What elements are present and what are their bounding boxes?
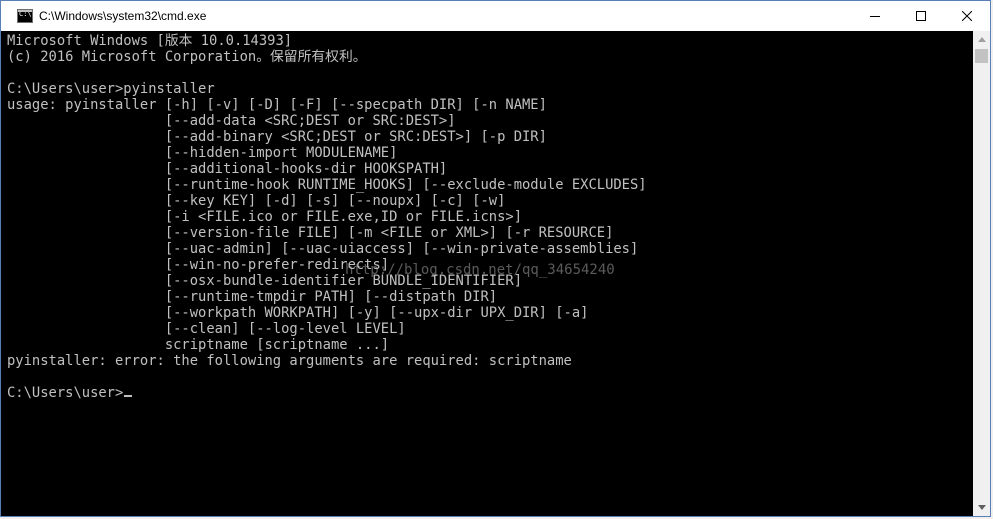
maximize-icon bbox=[916, 11, 926, 21]
title-bar[interactable]: C:\Windows\system32\cmd.exe bbox=[1, 1, 990, 31]
vertical-scrollbar[interactable] bbox=[973, 31, 990, 516]
console-output[interactable]: http://blog.csdn.net/qq_34654240 Microso… bbox=[1, 31, 973, 516]
maximize-button[interactable] bbox=[898, 1, 944, 31]
minimize-button[interactable] bbox=[852, 1, 898, 31]
console-line: Microsoft Windows [版本 10.0.14393] bbox=[7, 33, 293, 49]
scroll-thumb[interactable] bbox=[975, 49, 988, 63]
console-line: [--workpath WORKPATH] [-y] [--upx-dir UP… bbox=[7, 305, 589, 321]
cmd-window: C:\Windows\system32\cmd.exe http://blog.… bbox=[0, 0, 991, 517]
console-line: [--key KEY] [-d] [-s] [--noupx] [-c] [-w… bbox=[7, 193, 506, 209]
scroll-up-arrow-icon bbox=[977, 37, 986, 42]
console-line: [--version-file FILE] [-m <FILE or XML>]… bbox=[7, 225, 614, 241]
console-line: (c) 2016 Microsoft Corporation。保留所有权利。 bbox=[7, 49, 367, 65]
console-line: [--runtime-hook RUNTIME_HOOKS] [--exclud… bbox=[7, 177, 647, 193]
console-line: [--clean] [--log-level LEVEL] bbox=[7, 321, 406, 337]
close-button[interactable] bbox=[944, 1, 990, 31]
console-line: [--runtime-tmpdir PATH] [--distpath DIR] bbox=[7, 289, 498, 305]
text-cursor bbox=[124, 395, 133, 397]
scroll-down-arrow-icon bbox=[977, 505, 986, 510]
console-line: C:\Users\user>pyinstaller bbox=[7, 81, 215, 97]
console-line: [--hidden-import MODULENAME] bbox=[7, 145, 398, 161]
console-line: [--add-binary <SRC;DEST or SRC:DEST>] [-… bbox=[7, 129, 547, 145]
console-line: [--uac-admin] [--uac-uiaccess] [--win-pr… bbox=[7, 241, 639, 257]
console-line: [--osx-bundle-identifier BUNDLE_IDENTIFI… bbox=[7, 273, 522, 289]
console-line: [--win-no-prefer-redirects] bbox=[7, 257, 390, 273]
console-line: [-i <FILE.ico or FILE.exe,ID or FILE.icn… bbox=[7, 209, 522, 225]
close-icon bbox=[962, 11, 972, 21]
minimize-icon bbox=[870, 16, 880, 17]
console-line: pyinstaller: error: the following argume… bbox=[7, 353, 572, 369]
cmd-icon[interactable] bbox=[17, 9, 33, 23]
scroll-up-button[interactable] bbox=[973, 31, 990, 48]
console-line: scriptname [scriptname ...] bbox=[7, 337, 390, 353]
console-line: [--additional-hooks-dir HOOKSPATH] bbox=[7, 161, 448, 177]
console-line: [--add-data <SRC;DEST or SRC:DEST>] bbox=[7, 113, 456, 129]
console-line: C:\Users\user> bbox=[7, 385, 133, 401]
window-title: C:\Windows\system32\cmd.exe bbox=[39, 9, 207, 23]
console-line: usage: pyinstaller [-h] [-v] [-D] [-F] [… bbox=[7, 97, 547, 113]
scroll-down-button[interactable] bbox=[973, 499, 990, 516]
